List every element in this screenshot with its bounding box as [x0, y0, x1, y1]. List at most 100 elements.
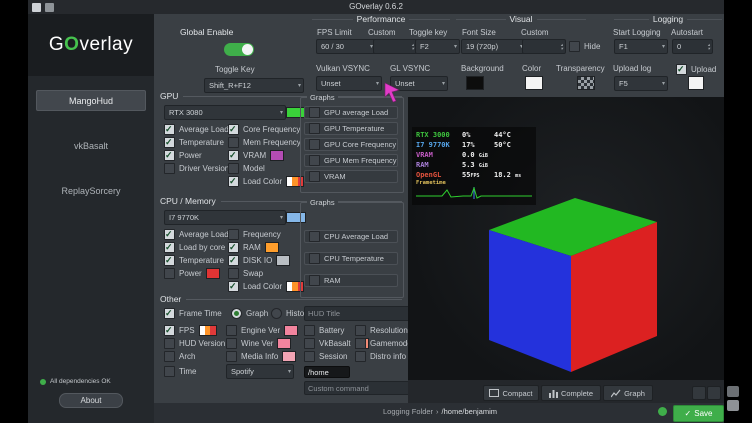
other-option-gamemode[interactable]: Gamemode: [355, 338, 412, 349]
checkbox[interactable]: [164, 325, 175, 336]
gpu-option-load-color[interactable]: Load Color: [228, 176, 304, 187]
other-option-engine-ver[interactable]: Engine Ver: [226, 325, 298, 336]
autostart-spinner[interactable]: 0▴▾: [672, 39, 713, 54]
start-logging-select[interactable]: F1▾: [614, 39, 668, 54]
gpu-option-vram[interactable]: VRAM: [228, 150, 284, 161]
compact-button[interactable]: Compact: [483, 385, 539, 401]
cpu-device-select[interactable]: I7 9770K▾: [164, 210, 286, 225]
graph-option-gpu-core-frequency[interactable]: GPU Core Frequency: [304, 138, 398, 151]
radio[interactable]: [231, 308, 242, 319]
custom-command-input[interactable]: [304, 381, 410, 395]
gpu-option-temperature[interactable]: Temperature: [164, 137, 224, 148]
other-option-distro-info[interactable]: Distro info: [355, 351, 406, 362]
hud-title-input[interactable]: [304, 306, 410, 321]
checkbox[interactable]: [304, 351, 315, 362]
media-color-swatch[interactable]: [282, 351, 296, 362]
media-player-select[interactable]: Spotify▾: [226, 364, 294, 379]
home-path-field[interactable]: /home: [304, 366, 350, 378]
gpu-option-driver-version[interactable]: Driver Version: [164, 163, 229, 174]
checkbox[interactable]: [228, 255, 239, 266]
graph-option-gpu-average-load[interactable]: GPU average Load: [304, 106, 398, 119]
gpu-option-model[interactable]: Model: [228, 163, 265, 174]
checkbox[interactable]: [304, 325, 315, 336]
checkbox[interactable]: [164, 255, 175, 266]
checkbox[interactable]: [309, 253, 320, 264]
checkbox[interactable]: [228, 163, 239, 174]
transparency-button[interactable]: [577, 76, 595, 90]
checkbox[interactable]: [228, 268, 239, 279]
checkbox[interactable]: [226, 351, 237, 362]
spinner-arrows-icon[interactable]: ▴▾: [412, 43, 414, 51]
power-color-swatch[interactable]: [206, 268, 220, 279]
cpu-option-swap[interactable]: Swap: [228, 268, 263, 279]
spinner-arrows-icon[interactable]: ▴▾: [561, 43, 563, 51]
save-button[interactable]: ✓Save: [673, 405, 724, 422]
cpu-option-power[interactable]: Power: [164, 268, 220, 279]
graph-option-vram[interactable]: VRAM: [304, 170, 398, 183]
checkbox[interactable]: [228, 150, 239, 161]
other-option-wine-ver[interactable]: Wine Ver: [226, 338, 291, 349]
sidebar-item-vkbasalt[interactable]: vkBasalt: [28, 141, 154, 151]
checkbox[interactable]: [309, 171, 320, 182]
gpu-device-select[interactable]: RTX 3080▾: [164, 105, 286, 120]
fps-custom-spinner[interactable]: ▴▾: [373, 39, 417, 54]
checkbox[interactable]: [355, 338, 366, 349]
frame-time-graph-radio[interactable]: Graph: [231, 308, 268, 319]
graph-option-gpu-mem-frequency[interactable]: GPU Mem Frequency: [304, 154, 398, 167]
perf-toggle-key-select[interactable]: F2▾: [415, 39, 460, 54]
gpu-option-power[interactable]: Power: [164, 150, 202, 161]
cpu-option-load-color[interactable]: Load Color: [228, 281, 304, 292]
other-option-battery[interactable]: Battery: [304, 325, 344, 336]
upload-option[interactable]: Upload: [676, 64, 716, 75]
checkbox[interactable]: [164, 150, 175, 161]
checkbox[interactable]: [164, 338, 175, 349]
radio[interactable]: [271, 308, 282, 319]
other-option-hud-version[interactable]: HUD Version: [164, 338, 225, 349]
checkbox[interactable]: [164, 229, 175, 240]
font-size-select[interactable]: 19 (720p)▾: [461, 39, 526, 54]
graph-option-cpu-temperature[interactable]: CPU Temperature: [304, 252, 398, 265]
checkbox[interactable]: [309, 139, 320, 150]
logging-folder-path[interactable]: /home/benjamim: [442, 407, 497, 416]
vulkan-vsync-select[interactable]: Unset▾: [316, 76, 382, 91]
checkbox[interactable]: [228, 281, 239, 292]
gpu-option-mem-frequency[interactable]: Mem Frequency: [228, 137, 301, 148]
preview-extra-button-2[interactable]: [707, 386, 721, 400]
other-option-arch[interactable]: Arch: [164, 351, 195, 362]
upload-log-select[interactable]: F5▾: [614, 76, 668, 91]
fps-limit-select[interactable]: 60 / 30▾: [316, 39, 376, 54]
cpu-option-frequency[interactable]: Frequency: [228, 229, 281, 240]
checkbox[interactable]: [309, 275, 320, 286]
ram-color-swatch[interactable]: [265, 242, 279, 253]
cpu-option-disk-io[interactable]: DISK IO: [228, 255, 290, 266]
complete-button[interactable]: Complete: [541, 385, 601, 401]
checkbox[interactable]: [228, 176, 239, 187]
font-custom-spinner[interactable]: ▴▾: [522, 39, 566, 54]
checkbox[interactable]: [228, 124, 239, 135]
cpu-option-average-load[interactable]: Average Load: [164, 229, 229, 240]
vram-color-swatch[interactable]: [270, 150, 284, 161]
checkbox[interactable]: [164, 163, 175, 174]
text-color-swatch[interactable]: [525, 76, 543, 90]
checkbox[interactable]: [164, 242, 175, 253]
checkbox[interactable]: [304, 338, 315, 349]
checkbox[interactable]: [164, 137, 175, 148]
global-enable-toggle[interactable]: [224, 43, 254, 56]
graph-option-cpu-average-load[interactable]: CPU Average Load: [304, 230, 398, 243]
checkbox[interactable]: [164, 351, 175, 362]
checkbox[interactable]: [309, 107, 320, 118]
other-option-resolution[interactable]: Resolution: [355, 325, 408, 336]
checkbox[interactable]: [226, 338, 237, 349]
checkbox[interactable]: [164, 124, 175, 135]
upload-checkbox[interactable]: [676, 64, 687, 75]
about-button[interactable]: About: [59, 393, 123, 408]
cpu-option-temperature[interactable]: Temperature: [164, 255, 224, 266]
checkbox[interactable]: [228, 137, 239, 148]
other-option-time[interactable]: Time: [164, 366, 196, 377]
other-option-fps[interactable]: FPS: [164, 325, 217, 336]
checkbox[interactable]: [228, 229, 239, 240]
graph-option-gpu-temperature[interactable]: GPU Temperature: [304, 122, 398, 135]
other-option-media-info[interactable]: Media Info: [226, 351, 296, 362]
other-option-frame-time[interactable]: Frame Time: [164, 308, 222, 319]
wine-color-swatch[interactable]: [277, 338, 291, 349]
